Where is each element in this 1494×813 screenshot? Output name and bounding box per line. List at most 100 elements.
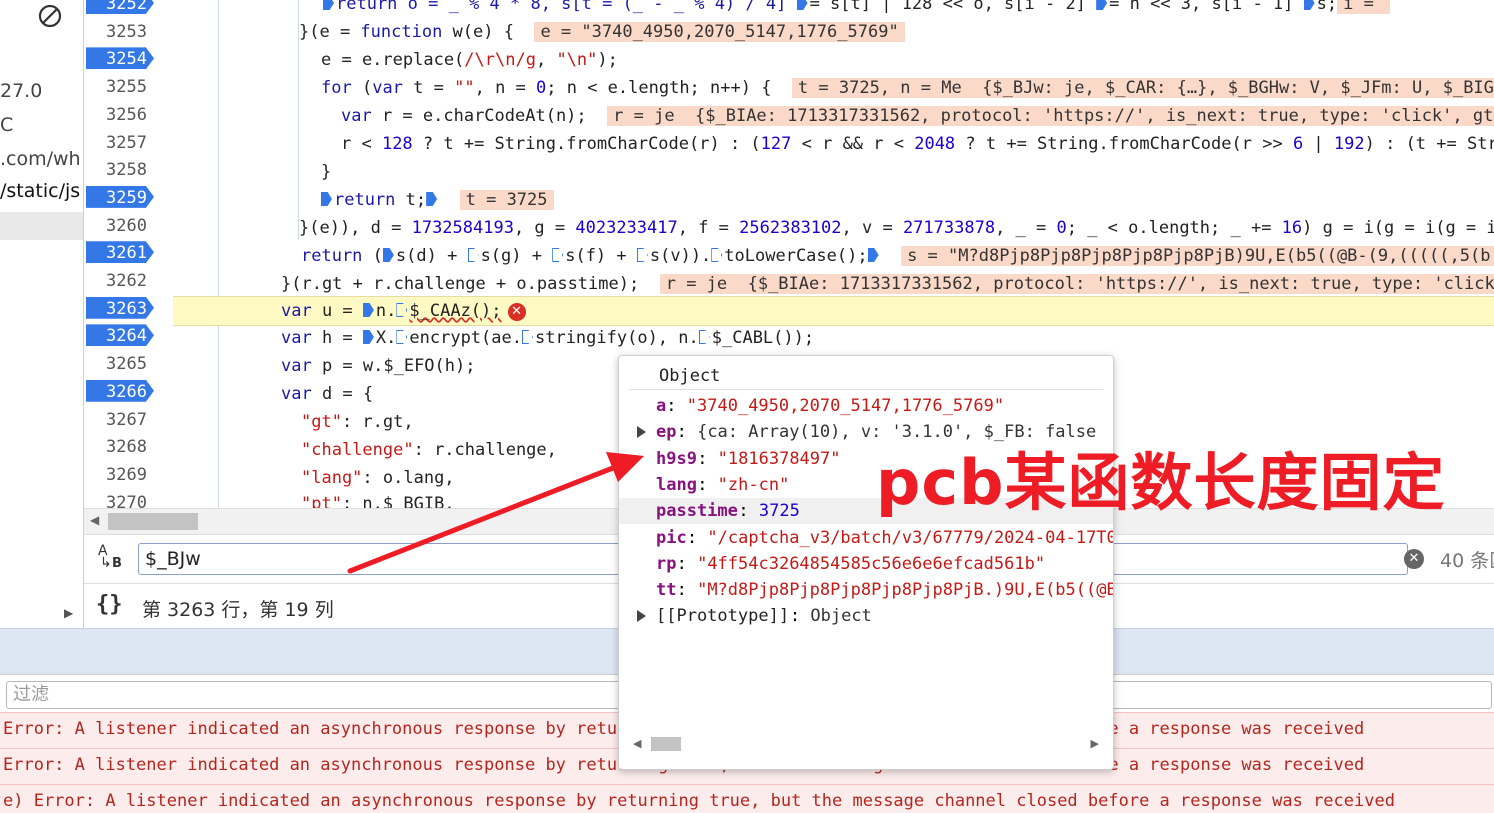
console-error-row[interactable]: e) Error: A listener indicated an asynch…	[0, 784, 1494, 813]
line-number-label: 3266	[106, 381, 147, 402]
property-row[interactable]: [[Prototype]]: Object	[619, 603, 1113, 629]
code-line-3255[interactable]: for (var t = "", n = 0; n < e.length; n+…	[173, 74, 1494, 102]
code-line-3256[interactable]: var r = e.charCodeAt(n); r = je {$_BIAe:…	[173, 102, 1494, 130]
line-number-breakpoint[interactable]: 3254	[84, 45, 173, 73]
expand-navigator-icon[interactable]: ▶	[64, 606, 73, 620]
line-number-label: 3255	[106, 77, 147, 98]
navigator-item[interactable]: C	[0, 114, 13, 136]
breakpoint-arrow-icon[interactable]	[467, 248, 479, 262]
line-number[interactable]: 3253	[84, 18, 173, 46]
line-number[interactable]: 3268	[84, 433, 173, 461]
line-number-label: 3270	[106, 492, 147, 508]
scrollbar-thumb[interactable]	[651, 737, 681, 751]
property-key: rp	[656, 553, 677, 574]
line-number-breakpoint[interactable]: 3259	[84, 184, 173, 212]
line-number[interactable]: 3255	[84, 73, 173, 101]
match-case-icon[interactable]: A B ↳	[98, 543, 126, 573]
breakpoint-arrow-icon[interactable]	[796, 0, 808, 10]
sources-navigator-panel: 27.0 C .com/wh /static/js	[0, 0, 84, 628]
breakpoint-arrow-icon[interactable]	[552, 248, 564, 262]
line-number-breakpoint[interactable]: 3261	[84, 239, 173, 267]
code-line-3254[interactable]: e = e.replace(/\r\n/g, "\n");	[173, 46, 1494, 74]
breakpoint-arrow-icon[interactable]	[382, 248, 394, 262]
property-value: "4ff54c3264854585c56e6e6efcad561b"	[697, 553, 1046, 574]
breakpoint-arrow-icon[interactable]	[323, 0, 334, 10]
code-line-3263-current[interactable]: var u = n. $_CAAz(); ✕	[173, 296, 1494, 326]
line-number[interactable]: 3265	[84, 350, 173, 378]
error-icon[interactable]: ✕	[507, 303, 526, 321]
property-row[interactable]: tt: "M?d8Pjp8Pjp8Pjp8Pjp8Pjp8PjB.)9U,E(b…	[619, 577, 1113, 603]
line-number-breakpoint[interactable]: 3264	[84, 322, 173, 350]
line-number[interactable]: 3258	[84, 156, 173, 184]
separator: :	[666, 396, 687, 416]
breakpoint-arrow-icon[interactable]	[1303, 0, 1315, 10]
scroll-left-icon[interactable]: ◀	[90, 513, 99, 527]
scroll-right-icon[interactable]: ▶	[1091, 737, 1099, 750]
clear-console-icon[interactable]	[38, 4, 62, 28]
property-row[interactable]: a: "3740_4950,2070_5147,1776_5769"	[619, 393, 1113, 419]
property-value: 3725	[758, 501, 800, 522]
breakpoint-arrow-icon[interactable]	[426, 192, 438, 206]
code-line-3260[interactable]: }(e)), d = 1732584193, g = 4023233417, f…	[173, 214, 1494, 242]
breakpoint-arrow-icon[interactable]	[636, 248, 648, 262]
breakpoint-arrow-icon[interactable]	[1096, 0, 1108, 10]
code-line-3259[interactable]: return t; t = 3725	[173, 186, 1494, 214]
line-number-gutter[interactable]: 3252 3253 3254 3255 3256 3257 3258 3259 3260 3261…	[84, 0, 173, 508]
code-line-3262[interactable]: }(r.gt + r.challenge + o.passtime); r = …	[173, 270, 1494, 298]
expand-triangle-icon[interactable]	[637, 426, 646, 439]
search-clear-icon[interactable]: ✕	[1404, 549, 1424, 569]
property-key: pic	[656, 527, 687, 548]
breakpoint-arrow-icon[interactable]	[362, 303, 374, 317]
breakpoint-arrow-icon[interactable]	[396, 330, 408, 344]
pretty-print-icon[interactable]: {}	[96, 592, 123, 617]
property-key: tt	[656, 580, 677, 601]
line-number-breakpoint[interactable]: 3266	[84, 378, 173, 406]
property-value: "/captcha_v3/batch/v3/67779/2024-04-17T0	[707, 527, 1114, 548]
line-number-breakpoint[interactable]: 3263	[84, 295, 173, 323]
separator: :	[697, 448, 718, 469]
line-number[interactable]: 3270	[84, 489, 173, 508]
inline-value: r = je {$_BIAe: 1713317331562, protocol:…	[607, 106, 1494, 126]
line-number[interactable]: 3262	[84, 267, 173, 295]
breakpoint-arrow-icon[interactable]	[396, 303, 408, 317]
line-number-label: 3265	[106, 354, 147, 375]
property-key: h9s9	[656, 448, 697, 469]
object-preview-popover[interactable]: Object a: "3740_4950,2070_5147,1776_5769…	[618, 355, 1114, 770]
breakpoint-arrow-icon[interactable]	[867, 248, 879, 262]
code-line-3257[interactable]: r < 128 ? t += String.fromCharCode(r) : …	[173, 130, 1494, 158]
code-line-3264[interactable]: var h = X. encrypt(ae. stringify(o), n. $_C…	[173, 324, 1494, 352]
property-value: "1816378497"	[717, 448, 841, 469]
property-row[interactable]: rp: "4ff54c3264854585c56e6e6efcad561b"	[619, 551, 1113, 577]
breakpoint-arrow-icon[interactable]	[321, 192, 332, 206]
property-key: [[Prototype]]	[656, 606, 790, 627]
scrollbar-thumb[interactable]	[108, 513, 198, 530]
code-line-3252[interactable]: return o = _ % 4 * 8, s[t = (_ - _ % 4) …	[173, 0, 1494, 18]
expand-triangle-icon[interactable]	[637, 610, 646, 623]
line-number[interactable]: 3257	[84, 129, 173, 157]
breakpoint-arrow-icon[interactable]	[698, 330, 710, 344]
line-number-label: 3258	[106, 160, 147, 181]
code-line-3261[interactable]: return (s(d) + s(g) + s(f) + s(v)). toLow…	[173, 242, 1494, 270]
navigator-item-selected[interactable]: /static/js	[0, 180, 80, 202]
breakpoint-arrow-icon[interactable]	[521, 330, 533, 344]
code-line-3258[interactable]: }	[173, 158, 1494, 186]
code-line-3253[interactable]: }(e = function w(e) { e = "3740_4950,207…	[173, 18, 1494, 46]
property-row[interactable]: pic: "/captcha_v3/batch/v3/67779/2024-04…	[619, 525, 1113, 551]
line-number[interactable]: 3260	[84, 212, 173, 240]
popover-horizontal-scrollbar[interactable]: ◀ ▶	[629, 734, 1103, 754]
navigator-item[interactable]: 27.0	[0, 80, 42, 102]
line-number-label: 3264	[106, 326, 147, 347]
line-number[interactable]: 3267	[84, 406, 173, 434]
line-number-breakpoint[interactable]: 3252	[84, 0, 173, 18]
line-number[interactable]: 3269	[84, 461, 173, 489]
property-key: lang	[656, 474, 697, 495]
breakpoint-arrow-icon[interactable]	[711, 248, 723, 262]
separator: :	[789, 606, 811, 627]
scroll-left-icon[interactable]: ◀	[633, 737, 641, 750]
navigator-item[interactable]: .com/wh	[0, 148, 81, 170]
separator: :	[686, 527, 708, 548]
breakpoint-arrow-icon[interactable]	[362, 330, 374, 344]
line-number[interactable]: 3256	[84, 101, 173, 129]
line-number-label: 3268	[106, 437, 147, 458]
line-number-label: 3254	[106, 49, 147, 70]
